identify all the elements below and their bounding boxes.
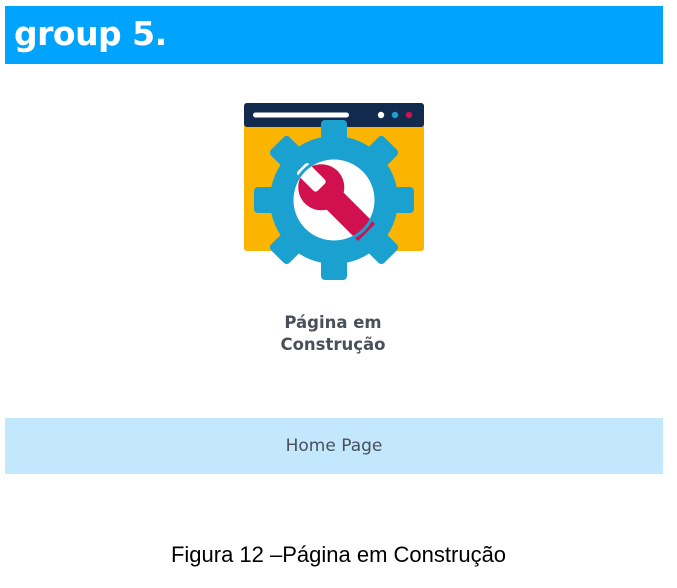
- caption-line-2: Construção: [280, 335, 386, 354]
- browser-address-bar: [253, 112, 349, 118]
- browser-dot-blue: [391, 111, 399, 119]
- page-caption: Página em Construção: [233, 312, 433, 356]
- under-construction-icon: [244, 103, 424, 280]
- browser-dot-white: [377, 111, 385, 119]
- figure-caption: Figura 12 –Página em Construção: [170, 542, 507, 567]
- browser-dot-pink: [405, 111, 413, 119]
- caption-line-1: Página em: [284, 313, 382, 332]
- home-page-label: Home Page: [285, 436, 383, 456]
- home-page-button[interactable]: Home Page: [5, 418, 663, 474]
- brand-logo[interactable]: group 5.: [14, 17, 167, 50]
- header-bar: group 5.: [5, 6, 663, 64]
